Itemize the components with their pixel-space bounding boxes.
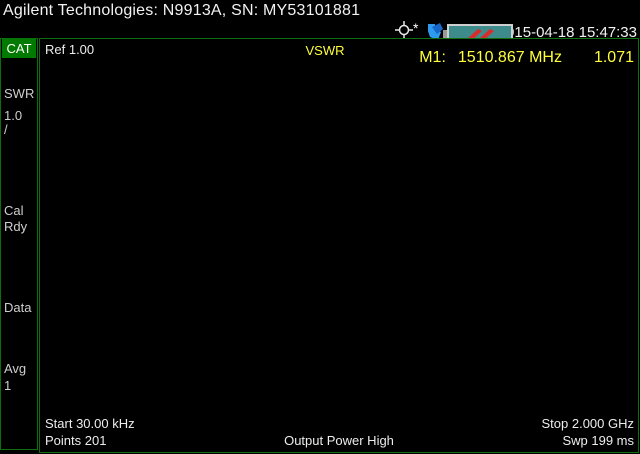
data-status: Data [4,300,31,315]
marker-value: 1.071 [594,49,634,67]
mode-tab-cat[interactable]: CAT [2,39,36,58]
scale-value: 1.0 [4,108,22,123]
start-frequency-label: Start 30.00 kHz [45,416,135,431]
cal-status-line1: Cal [4,203,24,218]
gps-icon [395,21,413,39]
trace-format-title: VSWR [275,43,375,58]
avg-status-line1: Avg [4,361,26,376]
avg-status-line2: 1 [4,378,11,393]
marker-frequency: 1510.867 MHz [458,49,562,67]
marker-readout: M1: 1510.867 MHz 1.071 [419,49,634,67]
marker-readout-label: M1: [419,49,446,67]
cal-status-line2: Rdy [4,219,27,234]
ref-level-label: Ref 1.00 [45,42,94,57]
scale-per-div-slash: / [4,122,8,137]
measurement-area [39,38,639,453]
measurement-label: SWR [4,86,34,101]
output-power-label: Output Power High [39,433,639,448]
sweep-time-label: Swp 199 ms [562,433,634,448]
stop-frequency-label: Stop 2.000 GHz [542,416,635,431]
